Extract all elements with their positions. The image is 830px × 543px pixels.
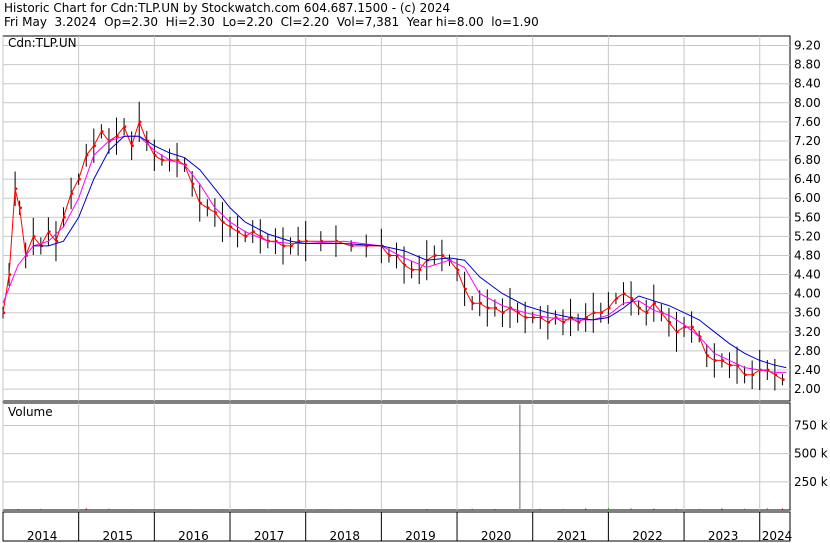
price-panel-frame <box>2 35 791 402</box>
price-y-tick-label: 8.40 <box>794 77 821 91</box>
x-tick-label: 2014 <box>27 529 58 543</box>
price-y-tick-label: 8.80 <box>794 58 821 72</box>
price-panel-title: Cdn:TLP.UN <box>8 36 77 50</box>
x-tick-label: 2015 <box>103 529 134 543</box>
price-y-axis: 9.20 8.80 8.40 8.00 7.60 7.20 6.80 6.40 6.00 5.60… <box>794 39 821 397</box>
x-tick-label: 2023 <box>708 529 739 543</box>
price-y-tick-label: 8.00 <box>794 96 821 110</box>
x-tick-label: 2017 <box>254 529 285 543</box>
x-tick-label: 2018 <box>330 529 361 543</box>
price-y-tick-label: 6.80 <box>794 153 821 167</box>
volume-y-tick-label: 500 k <box>794 447 828 461</box>
price-y-tick-label: 4.80 <box>794 248 821 262</box>
price-y-tick-label: 3.20 <box>794 325 821 339</box>
price-y-tick-label: 2.00 <box>794 382 821 396</box>
volume-y-tick-label: 750 k <box>794 419 828 433</box>
price-y-tick-label: 6.40 <box>794 172 821 186</box>
price-y-tick-label: 6.00 <box>794 191 821 205</box>
price-y-tick-label: 9.20 <box>794 39 821 53</box>
price-close-point <box>782 378 785 381</box>
price-y-tick-label: 7.20 <box>794 134 821 148</box>
volume-panel-title: Volume <box>8 405 53 419</box>
price-y-tick-label: 7.60 <box>794 115 821 129</box>
x-tick-label: 2022 <box>632 529 663 543</box>
x-tick-label: 2016 <box>178 529 209 543</box>
volume-y-tick-label: 250 k <box>794 475 828 489</box>
price-y-tick-label: 2.40 <box>794 363 821 377</box>
x-tick-label: 2024 <box>762 529 793 543</box>
price-y-tick-label: 5.20 <box>794 229 821 243</box>
volume-y-axis: 750 k 500 k 250 k <box>794 419 828 489</box>
price-y-tick-label: 3.60 <box>794 306 821 320</box>
price-y-tick-label: 2.80 <box>794 344 821 358</box>
volume-panel-frame <box>2 402 791 511</box>
price-y-tick-label: 4.40 <box>794 268 821 282</box>
stock-chart: Cdn:TLP.UN 9.20 8.80 8.40 8.00 7.60 7.20 6.80 6… <box>2 35 828 543</box>
x-tick-label: 2021 <box>557 529 588 543</box>
price-y-tick-label: 4.00 <box>794 287 821 301</box>
price-y-tick-label: 5.60 <box>794 210 821 224</box>
x-tick-label: 2020 <box>481 529 512 543</box>
x-tick-label: 2019 <box>405 529 436 543</box>
